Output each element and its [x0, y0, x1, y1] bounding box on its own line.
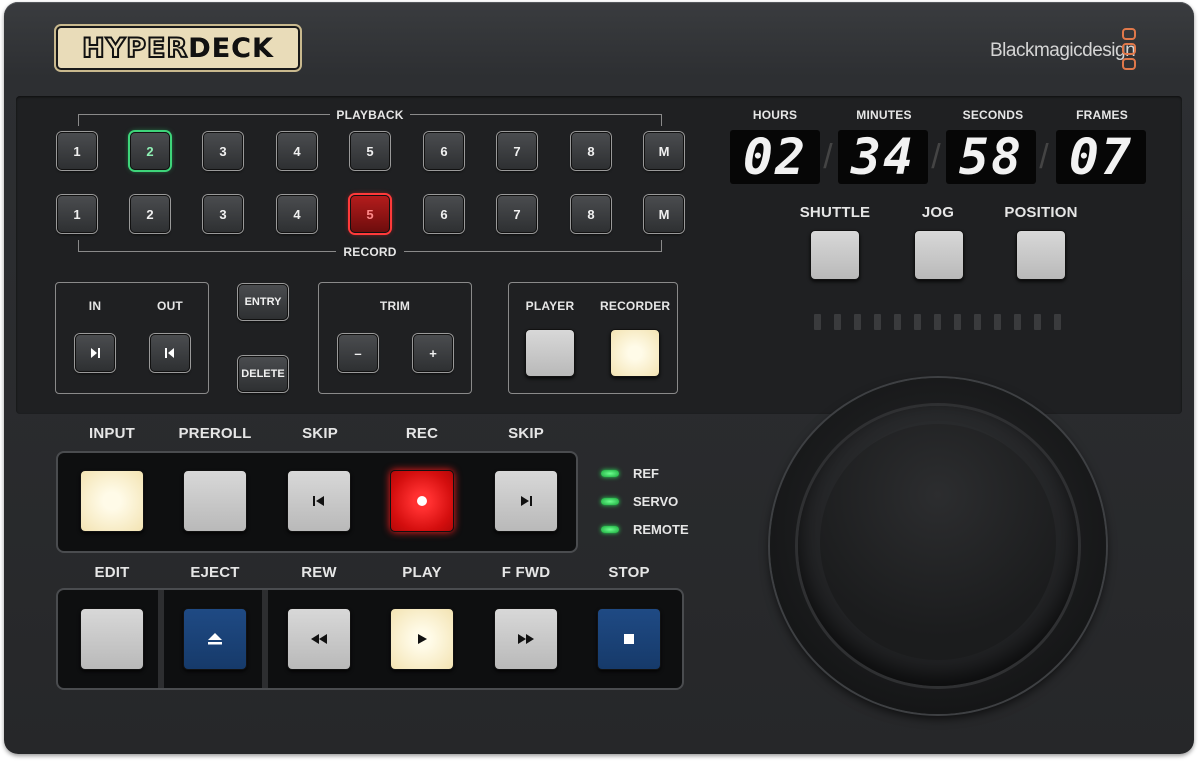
- record-button[interactable]: [390, 470, 454, 532]
- rew-label: REW: [301, 564, 337, 581]
- play-button[interactable]: [390, 608, 454, 670]
- skip-back-button[interactable]: [287, 470, 351, 532]
- timecode-separator: /: [1039, 138, 1049, 176]
- trim-plus-button[interactable]: +: [413, 334, 453, 372]
- rec-label: REC: [405, 425, 439, 442]
- position-button[interactable]: [1016, 230, 1066, 280]
- input-button[interactable]: [80, 470, 144, 532]
- timecode-hours: 02: [730, 128, 820, 186]
- timecode-frames: 07: [1056, 128, 1146, 186]
- timecode-seconds: 58: [946, 128, 1036, 186]
- maker-wordmark: Blackmagicdesign: [990, 40, 1136, 61]
- bottom-transport-well: [56, 588, 684, 690]
- playback-key-8[interactable]: 8: [571, 132, 611, 170]
- play-label: PLAY: [402, 564, 442, 581]
- record-key-m[interactable]: M: [644, 195, 684, 233]
- jog-button[interactable]: [914, 230, 964, 280]
- maker-logo-icon: [1122, 28, 1142, 78]
- jog-wheel-dish: [820, 424, 1056, 660]
- playback-key-2[interactable]: 2: [130, 132, 170, 170]
- servo-label: SERVO: [633, 494, 679, 509]
- frames-label: FRAMES: [1076, 108, 1128, 122]
- mark-out-icon: [165, 348, 174, 358]
- remote-led: [601, 526, 619, 533]
- fast-forward-icon: [518, 634, 534, 644]
- preroll-button[interactable]: [183, 470, 247, 532]
- playback-key-m[interactable]: M: [644, 132, 684, 170]
- playback-key-5[interactable]: 5: [350, 132, 390, 170]
- ref-led: [601, 470, 619, 477]
- shuttle-button[interactable]: [810, 230, 860, 280]
- timecode-minutes: 34: [838, 128, 928, 186]
- playback-label: PLAYBACK: [330, 108, 410, 122]
- delete-button[interactable]: DELETE: [238, 356, 288, 392]
- stop-icon: [624, 634, 634, 644]
- hours-label: HOURS: [752, 108, 798, 122]
- stop-button[interactable]: [597, 608, 661, 670]
- jog-label: JOG: [921, 204, 955, 221]
- fast-forward-button[interactable]: [494, 608, 558, 670]
- timecode-separator: /: [931, 138, 941, 176]
- record-key-3[interactable]: 3: [203, 195, 243, 233]
- record-label: RECORD: [336, 245, 404, 259]
- recorder-button[interactable]: [610, 329, 660, 377]
- position-label: POSITION: [1004, 204, 1078, 221]
- rewind-button[interactable]: [287, 608, 351, 670]
- trim-label: TRIM: [379, 299, 411, 313]
- play-icon: [418, 634, 427, 644]
- servo-led: [601, 498, 619, 505]
- record-key-2[interactable]: 2: [130, 195, 170, 233]
- input-label: INPUT: [89, 425, 135, 442]
- well-divider: [158, 590, 164, 688]
- stop-label: STOP: [608, 564, 650, 581]
- well-divider: [262, 590, 268, 688]
- rewind-icon: [311, 634, 327, 644]
- logo-deck: DECK: [188, 32, 274, 64]
- skip-back-icon: [313, 496, 324, 506]
- logo-hyper: HYPER: [81, 32, 189, 65]
- playback-key-7[interactable]: 7: [497, 132, 537, 170]
- out-label: OUT: [157, 299, 183, 313]
- skip-forward-icon: [521, 496, 532, 506]
- mark-in-button[interactable]: [75, 334, 115, 372]
- ffwd-label: F FWD: [501, 564, 551, 581]
- minutes-label: MINUTES: [856, 108, 912, 122]
- in-label: IN: [88, 299, 102, 313]
- remote-label: REMOTE: [633, 522, 689, 537]
- record-key-4[interactable]: 4: [277, 195, 317, 233]
- mark-in-icon: [91, 348, 100, 358]
- eject-icon: [208, 633, 222, 645]
- record-key-6[interactable]: 6: [424, 195, 464, 233]
- player-button[interactable]: [525, 329, 575, 377]
- record-key-5[interactable]: 5: [350, 195, 390, 233]
- player-label: PLAYER: [525, 299, 575, 313]
- shuttle-label: SHUTTLE: [799, 204, 871, 221]
- playback-key-4[interactable]: 4: [277, 132, 317, 170]
- recorder-label: RECORDER: [600, 299, 671, 313]
- preroll-label: PREROLL: [178, 425, 252, 442]
- record-key-7[interactable]: 7: [497, 195, 537, 233]
- record-dot-icon: [417, 496, 427, 506]
- skip-forward-label: SKIP: [508, 425, 544, 442]
- playback-key-3[interactable]: 3: [203, 132, 243, 170]
- trim-minus-button[interactable]: –: [338, 334, 378, 372]
- seconds-label: SECONDS: [962, 108, 1024, 122]
- skip-forward-button[interactable]: [494, 470, 558, 532]
- entry-button[interactable]: ENTRY: [238, 284, 288, 320]
- hyperdeck-logo: HYPER DECK: [56, 26, 300, 70]
- playback-key-1[interactable]: 1: [57, 132, 97, 170]
- mark-out-button[interactable]: [150, 334, 190, 372]
- record-key-1[interactable]: 1: [57, 195, 97, 233]
- playback-key-6[interactable]: 6: [424, 132, 464, 170]
- eject-button[interactable]: [183, 608, 247, 670]
- edit-label: EDIT: [94, 564, 130, 581]
- ref-label: REF: [633, 466, 659, 481]
- edit-button[interactable]: [80, 608, 144, 670]
- skip-back-label: SKIP: [302, 425, 338, 442]
- eject-label: EJECT: [190, 564, 240, 581]
- record-key-8[interactable]: 8: [571, 195, 611, 233]
- timecode-separator: /: [823, 138, 833, 176]
